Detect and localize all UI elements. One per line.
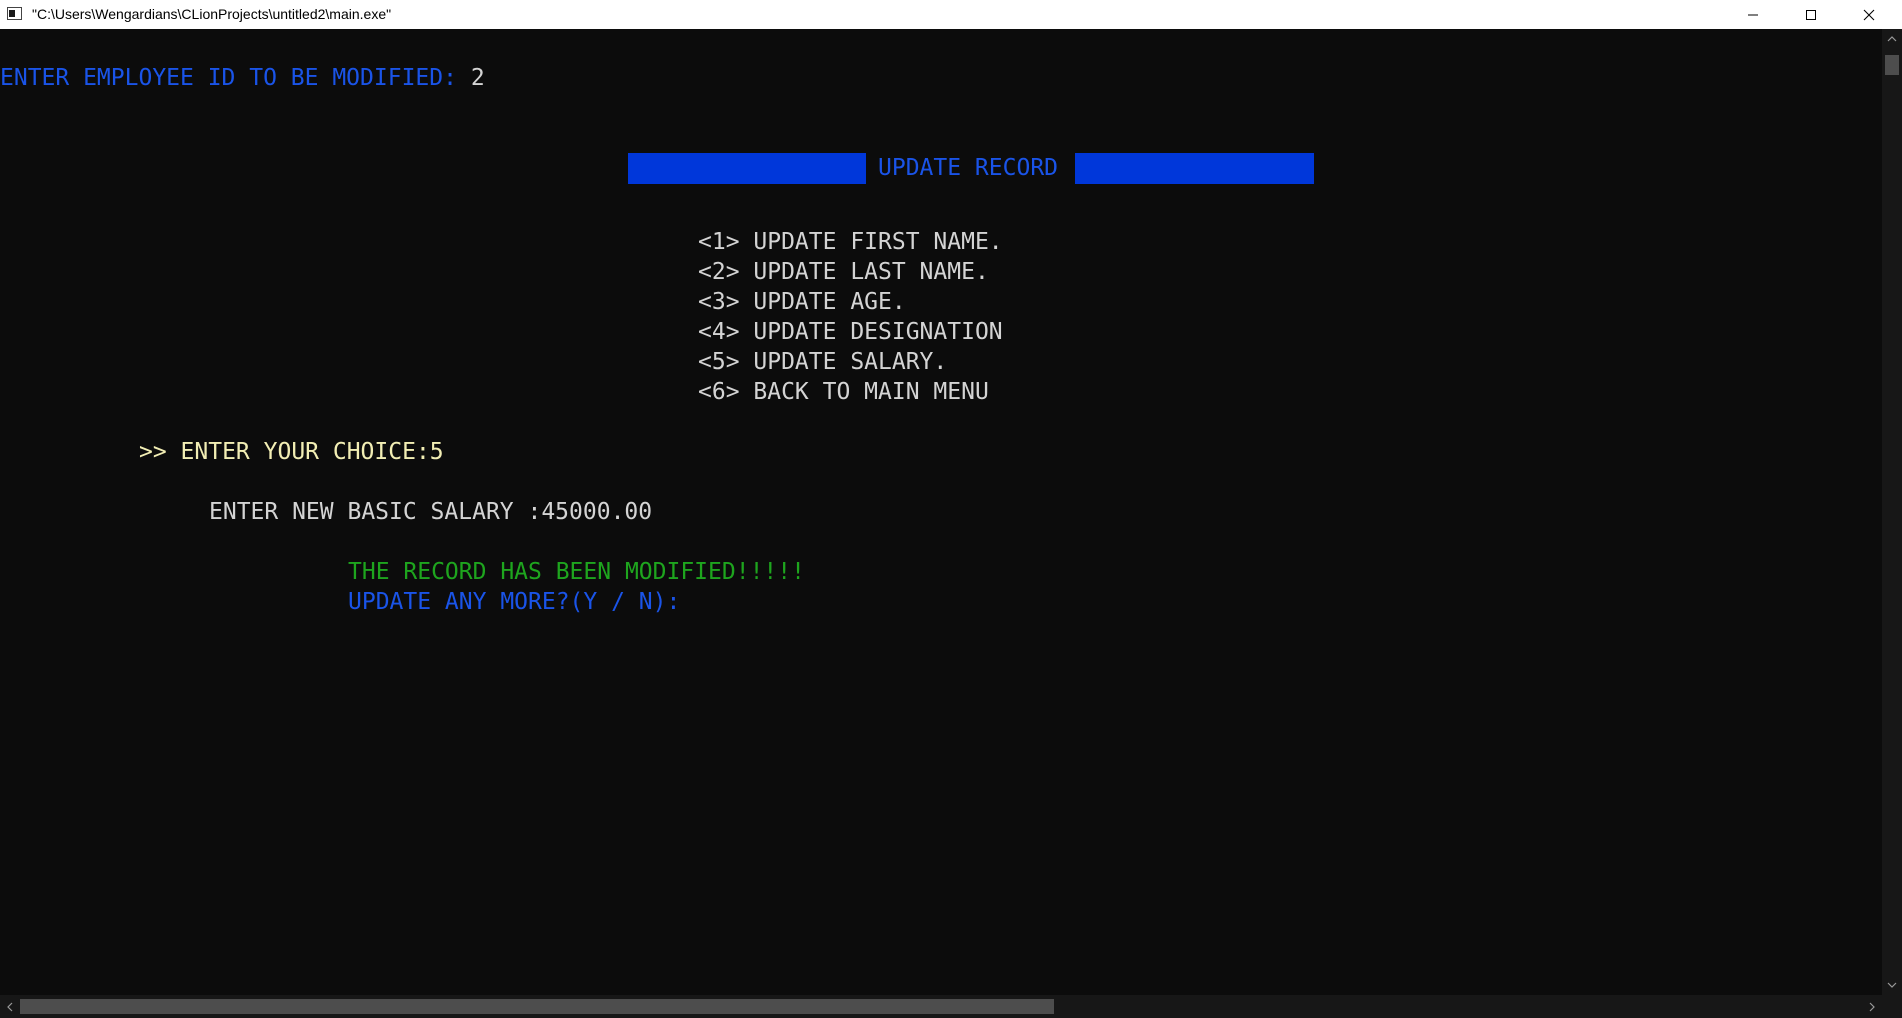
menu-item-6: <6> BACK TO MAIN MENU (698, 379, 989, 405)
scroll-up-button[interactable] (1882, 29, 1902, 49)
menu-item-3: <3> UPDATE AGE. (698, 289, 906, 315)
maximize-icon (1806, 9, 1816, 20)
employee-id-prompt-line: ENTER EMPLOYEE ID TO BE MODIFIED: 2 (0, 63, 485, 93)
maximize-button[interactable] (1782, 0, 1840, 29)
scrollbar-corner (1882, 995, 1902, 1018)
banner-title: UPDATE RECORD (878, 155, 1059, 181)
horizontal-scrollbar[interactable] (0, 995, 1882, 1018)
console-window: "C:\Users\Wengardians\CLionProjects\unti… (0, 0, 1902, 1018)
minimize-icon (1748, 14, 1758, 15)
menu-item-5: <5> UPDATE SALARY. (698, 349, 948, 375)
minimize-button[interactable] (1724, 0, 1782, 29)
banner-right-bar (1075, 153, 1314, 184)
employee-id-prompt-label: ENTER EMPLOYEE ID TO BE MODIFIED: (0, 65, 471, 91)
menu-item-4: <4> UPDATE DESIGNATION (698, 319, 1003, 345)
menu-item-1: <1> UPDATE FIRST NAME. (698, 229, 1003, 255)
vertical-scrollbar[interactable] (1882, 29, 1902, 995)
update-more-prompt: UPDATE ANY MORE?(Y / N): (348, 589, 681, 615)
title-bar[interactable]: "C:\Users\Wengardians\CLionProjects\unti… (0, 0, 1902, 29)
console-output[interactable]: ENTER EMPLOYEE ID TO BE MODIFIED: 2 UPDA… (0, 29, 1882, 995)
chevron-right-icon (1869, 1002, 1875, 1011)
employee-id-input-value: 2 (470, 65, 485, 91)
chevron-down-icon (1887, 982, 1897, 988)
vertical-scroll-thumb[interactable] (1885, 55, 1899, 75)
scroll-right-button[interactable] (1862, 995, 1882, 1018)
close-icon (1863, 9, 1875, 20)
scroll-down-button[interactable] (1882, 975, 1902, 995)
close-button[interactable] (1840, 0, 1898, 29)
choice-prompt-line: >> ENTER YOUR CHOICE:5 (139, 439, 444, 465)
chevron-up-icon (1887, 36, 1897, 42)
chevron-left-icon (7, 1002, 13, 1011)
menu-item-2: <2> UPDATE LAST NAME. (698, 259, 989, 285)
console-app-icon[interactable] (7, 7, 22, 20)
horizontal-scroll-thumb[interactable] (20, 999, 1054, 1014)
salary-input-line: ENTER NEW BASIC SALARY :45000.00 (209, 499, 653, 525)
window-title: "C:\Users\Wengardians\CLionProjects\unti… (32, 6, 392, 22)
scroll-left-button[interactable] (0, 995, 20, 1018)
banner-left-bar (628, 153, 866, 184)
success-message: THE RECORD HAS BEEN MODIFIED!!!!! (348, 559, 805, 585)
